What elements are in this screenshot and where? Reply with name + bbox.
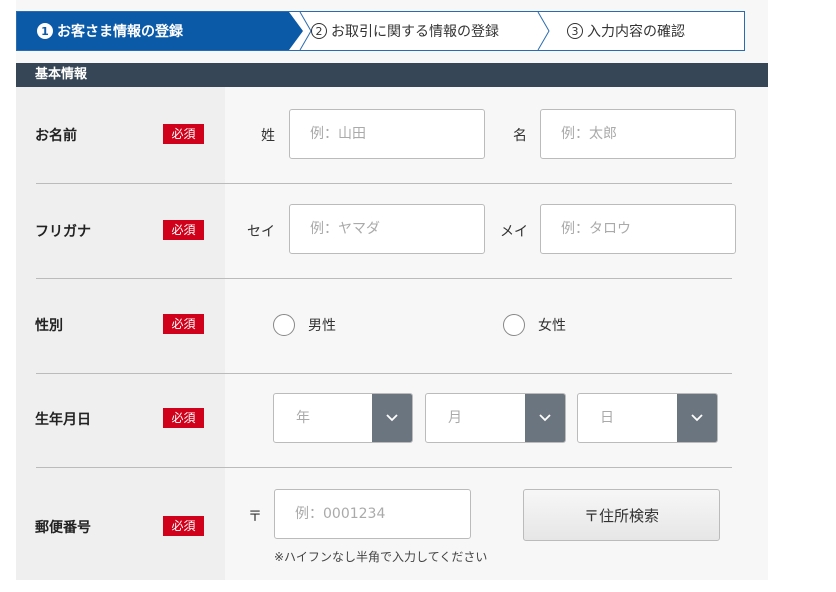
gender-label: 性別 [35,318,63,334]
name-label: お名前 [35,128,77,144]
last-name-prefix: 姓 [261,128,275,144]
postal-row: 郵便番号 必須 〒 例：0001234 〒住所検索 ※ハイフンなし半角で入力して… [16,468,768,580]
required-badge: 必須 [163,220,204,240]
postal-note: ※ハイフンなし半角で入力してください [274,550,488,564]
chevron-down-icon[interactable] [525,394,565,442]
gender-female-radio[interactable] [503,314,525,336]
first-kana-prefix: メイ [500,224,528,240]
first-name-input[interactable]: 例：太郎 [540,109,736,159]
birth-year-select[interactable]: 年 [273,393,413,443]
kana-label: フリガナ [35,224,91,240]
birth-month-value: 月 [448,410,462,426]
postal-label: 郵便番号 [35,520,91,536]
first-kana-input[interactable]: 例：タロウ [540,204,736,254]
last-kana-prefix: セイ [247,224,275,240]
postal-code-input[interactable]: 例：0001234 [274,489,471,539]
address-search-button[interactable]: 〒住所検索 [523,489,720,541]
postal-prefix: 〒 [248,509,262,525]
gender-male-label[interactable]: 男性 [308,315,336,335]
step-3-label: 入力内容の確認 [587,24,685,40]
step-2-label: お取引に関する情報の登録 [331,24,499,40]
required-badge: 必須 [163,124,204,144]
chevron-right-icon [537,12,550,50]
birth-month-select[interactable]: 月 [425,393,566,443]
required-badge: 必須 [163,408,204,428]
step-3: 3 入力内容の確認 [567,12,685,50]
progress-stepper: 1 お客さま情報の登録 2 お取引に関する情報の登録 3 入力内容の確認 [16,11,745,51]
step-1-number: 1 [37,23,53,39]
step-2: 2 お取引に関する情報の登録 [311,12,499,50]
step-1: 1 お客さま情報の登録 [17,12,289,50]
chevron-down-icon[interactable] [372,394,412,442]
section-header: 基本情報 [16,63,768,87]
birth-year-value: 年 [296,410,310,426]
step-3-number: 3 [567,23,583,39]
kana-row: フリガナ 必須 セイ 例：ヤマダ メイ 例：タロウ [16,184,768,278]
birthday-label: 生年月日 [35,412,91,428]
step-2-number: 2 [311,23,327,39]
required-badge: 必須 [163,314,204,334]
last-kana-input[interactable]: 例：ヤマダ [289,204,485,254]
required-badge: 必須 [163,516,204,536]
birth-day-value: 日 [600,410,614,426]
gender-row: 性別 必須 男性 女性 [16,279,768,373]
birth-day-select[interactable]: 日 [577,393,718,443]
gender-male-radio[interactable] [273,314,295,336]
gender-female-label[interactable]: 女性 [538,315,566,335]
chevron-down-icon[interactable] [677,394,717,442]
step-1-label: お客さま情報の登録 [57,24,183,40]
birthday-row: 生年月日 必須 年 月 日 [16,374,768,467]
first-name-prefix: 名 [513,128,527,144]
name-row: お名前 必須 姓 例：山田 名 例：太郎 [16,87,768,183]
last-name-input[interactable]: 例：山田 [289,109,485,159]
